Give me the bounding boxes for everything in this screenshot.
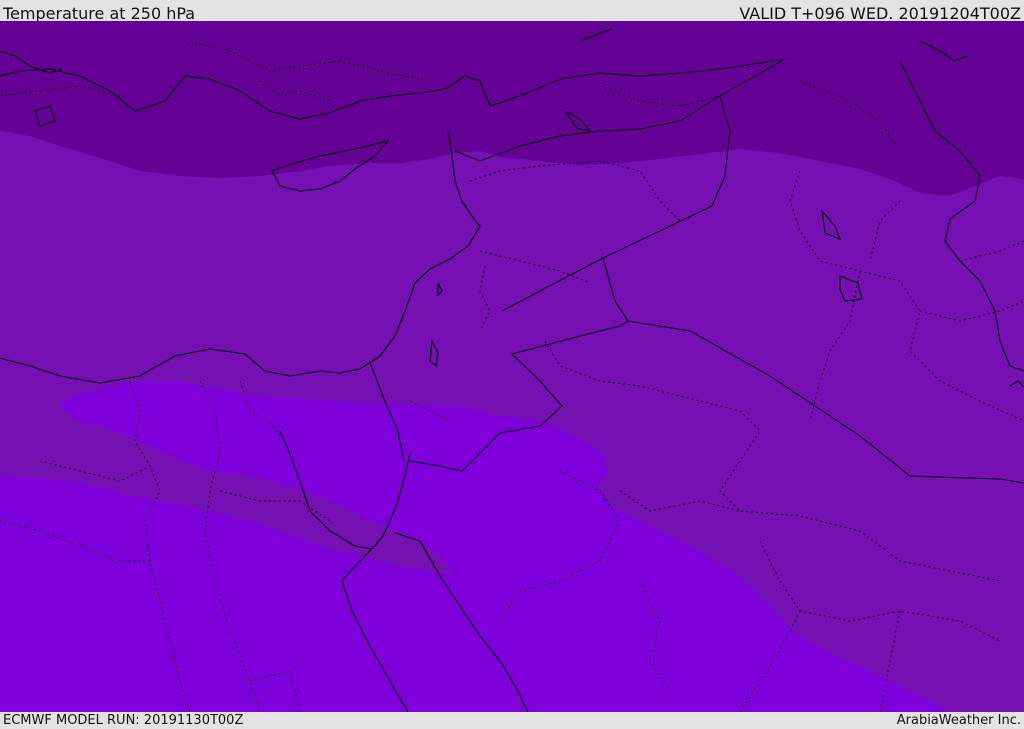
map-title: Temperature at 250 hPa <box>3 4 196 23</box>
model-run-label: ECMWF MODEL RUN: 20191130T00Z <box>3 713 244 728</box>
valid-time-label: VALID T+096 WED. 20191204T00Z <box>739 4 1021 23</box>
map-footer: ECMWF MODEL RUN: 20191130T00Z ArabiaWeat… <box>0 712 1024 729</box>
map-header: Temperature at 250 hPa VALID T+096 WED. … <box>0 0 1024 23</box>
map-canvas <box>0 21 1024 712</box>
temperature-map[interactable] <box>0 21 1024 712</box>
credit-label: ArabiaWeather Inc. <box>896 713 1021 728</box>
